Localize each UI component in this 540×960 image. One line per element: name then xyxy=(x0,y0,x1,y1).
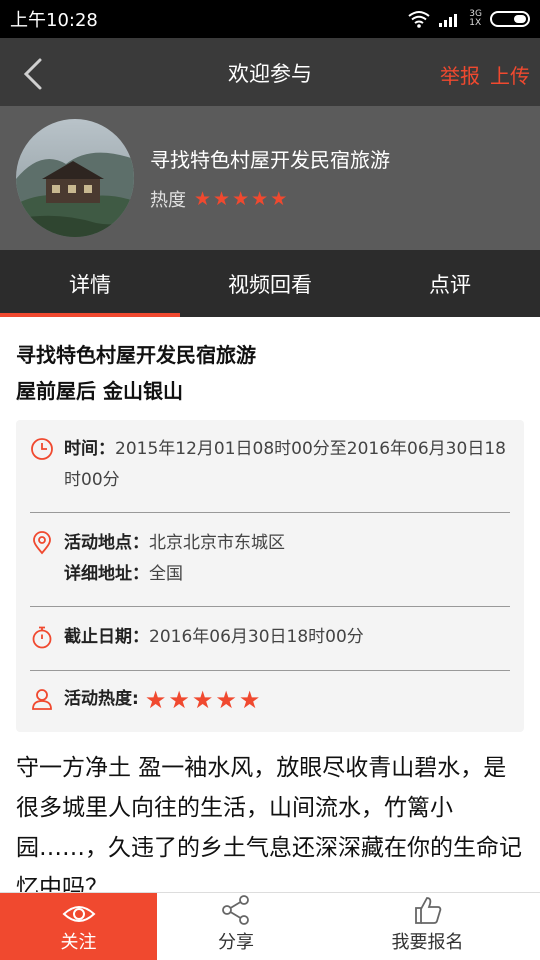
location-key: 活动地点： xyxy=(64,533,149,553)
star-icon: ★ xyxy=(144,685,167,714)
tab-bar: 详情 视频回看 点评 xyxy=(0,250,540,317)
star-icon: ★ xyxy=(213,187,231,210)
tab-reviews[interactable]: 点评 xyxy=(360,250,540,317)
location-pin-icon xyxy=(33,531,51,555)
time-text: 时间：2015年12月01日08时00分至2016年06月30日18时00分 xyxy=(64,434,510,496)
status-bar: 上午10:28 3G 1X xyxy=(0,0,540,38)
deadline-text: 截止日期：2016年06月30日18时00分 xyxy=(64,622,510,653)
deadline-value: 2016年06月30日18时00分 xyxy=(149,627,364,647)
wifi-icon xyxy=(408,11,430,28)
upload-button[interactable]: 上传 xyxy=(490,60,530,89)
star-icon: ★ xyxy=(251,187,269,210)
location-text: 活动地点：北京北京市东城区 详细地址：全国 xyxy=(64,528,510,590)
address-value: 全国 xyxy=(149,564,183,584)
star-icon: ★ xyxy=(191,685,214,714)
location-row: 活动地点：北京北京市东城区 详细地址：全国 xyxy=(30,528,510,590)
signup-button[interactable]: 我要报名 xyxy=(315,893,540,960)
status-indicators: 3G 1X xyxy=(407,10,530,28)
star-icon: ★ xyxy=(168,685,190,714)
star-icon: ★ xyxy=(238,685,261,714)
clock-icon xyxy=(31,438,53,460)
report-button[interactable]: 举报 xyxy=(440,60,480,89)
content-title-line1: 寻找特色村屋开发民宿旅游 xyxy=(16,343,256,367)
heat-label: 热度 xyxy=(150,190,186,211)
divider xyxy=(30,606,510,607)
heat-stars: ★ ★ ★ ★ ★ xyxy=(194,187,288,210)
status-time: 上午10:28 xyxy=(10,10,98,31)
event-description: 守一方净土 盈一袖水风，放眼尽收青山碧水，是很多城里人向往的生活，山间流水，竹篱… xyxy=(16,755,522,901)
time-key: 时间： xyxy=(64,439,115,459)
bottom-action-bar: 关注 分享 我要报名 xyxy=(0,892,540,960)
star-icon: ★ xyxy=(270,187,288,210)
event-header: 寻找特色村屋开发民宿旅游 热度 ★ ★ ★ ★ ★ xyxy=(0,106,540,250)
person-icon xyxy=(32,689,52,710)
thumbs-up-icon xyxy=(414,897,441,924)
location-value: 北京北京市东城区 xyxy=(149,533,285,553)
nav-bar: 欢迎参与 举报 上传 xyxy=(0,38,540,106)
event-title: 寻找特色村屋开发民宿旅游 xyxy=(150,148,390,172)
activity-heat-stars: ★ ★ ★ ★ ★ xyxy=(145,688,261,712)
time-row: 时间：2015年12月01日08时00分至2016年06月30日18时00分 xyxy=(30,434,510,496)
eye-icon xyxy=(62,906,95,922)
share-button[interactable]: 分享 xyxy=(157,893,315,960)
divider xyxy=(30,512,510,513)
heat-rating-row: 热度 ★ ★ ★ ★ ★ xyxy=(150,186,287,212)
tab-details[interactable]: 详情 xyxy=(0,250,180,317)
nav-actions: 举报 上传 xyxy=(440,60,530,89)
activity-heat-key: 活动热度: xyxy=(64,689,139,709)
star-icon: ★ xyxy=(194,187,212,210)
divider xyxy=(30,670,510,671)
follow-button[interactable]: 关注 xyxy=(0,893,157,960)
share-label: 分享 xyxy=(218,932,254,953)
star-icon: ★ xyxy=(215,685,237,714)
follow-label: 关注 xyxy=(60,932,97,953)
event-info-box: 时间：2015年12月01日08时00分至2016年06月30日18时00分 活… xyxy=(16,420,524,732)
signup-label: 我要报名 xyxy=(391,932,464,953)
content-title: 寻找特色村屋开发民宿旅游 屋前屋后 金山银山 xyxy=(16,337,256,409)
deadline-key: 截止日期： xyxy=(64,627,149,647)
network-type-bottom: 1X xyxy=(469,18,482,28)
activity-heat-text: 活动热度: ★ ★ ★ ★ ★ xyxy=(64,684,510,715)
event-avatar[interactable] xyxy=(16,119,134,237)
time-value: 2015年12月01日08时00分至2016年06月30日18时00分 xyxy=(64,439,506,490)
stopwatch-icon xyxy=(32,626,52,649)
tab-video-replay[interactable]: 视频回看 xyxy=(180,250,360,317)
content-title-line2: 屋前屋后 金山银山 xyxy=(16,379,183,403)
battery-icon xyxy=(490,11,530,27)
star-icon: ★ xyxy=(232,187,250,210)
deadline-row: 截止日期：2016年06月30日18时00分 xyxy=(30,622,510,654)
signal-icon xyxy=(439,14,458,27)
village-photo-icon xyxy=(16,119,134,237)
activity-heat-row: 活动热度: ★ ★ ★ ★ ★ xyxy=(30,684,510,716)
address-key: 详细地址： xyxy=(64,564,149,584)
share-icon xyxy=(222,895,249,925)
network-type: 3G 1X xyxy=(469,10,482,28)
